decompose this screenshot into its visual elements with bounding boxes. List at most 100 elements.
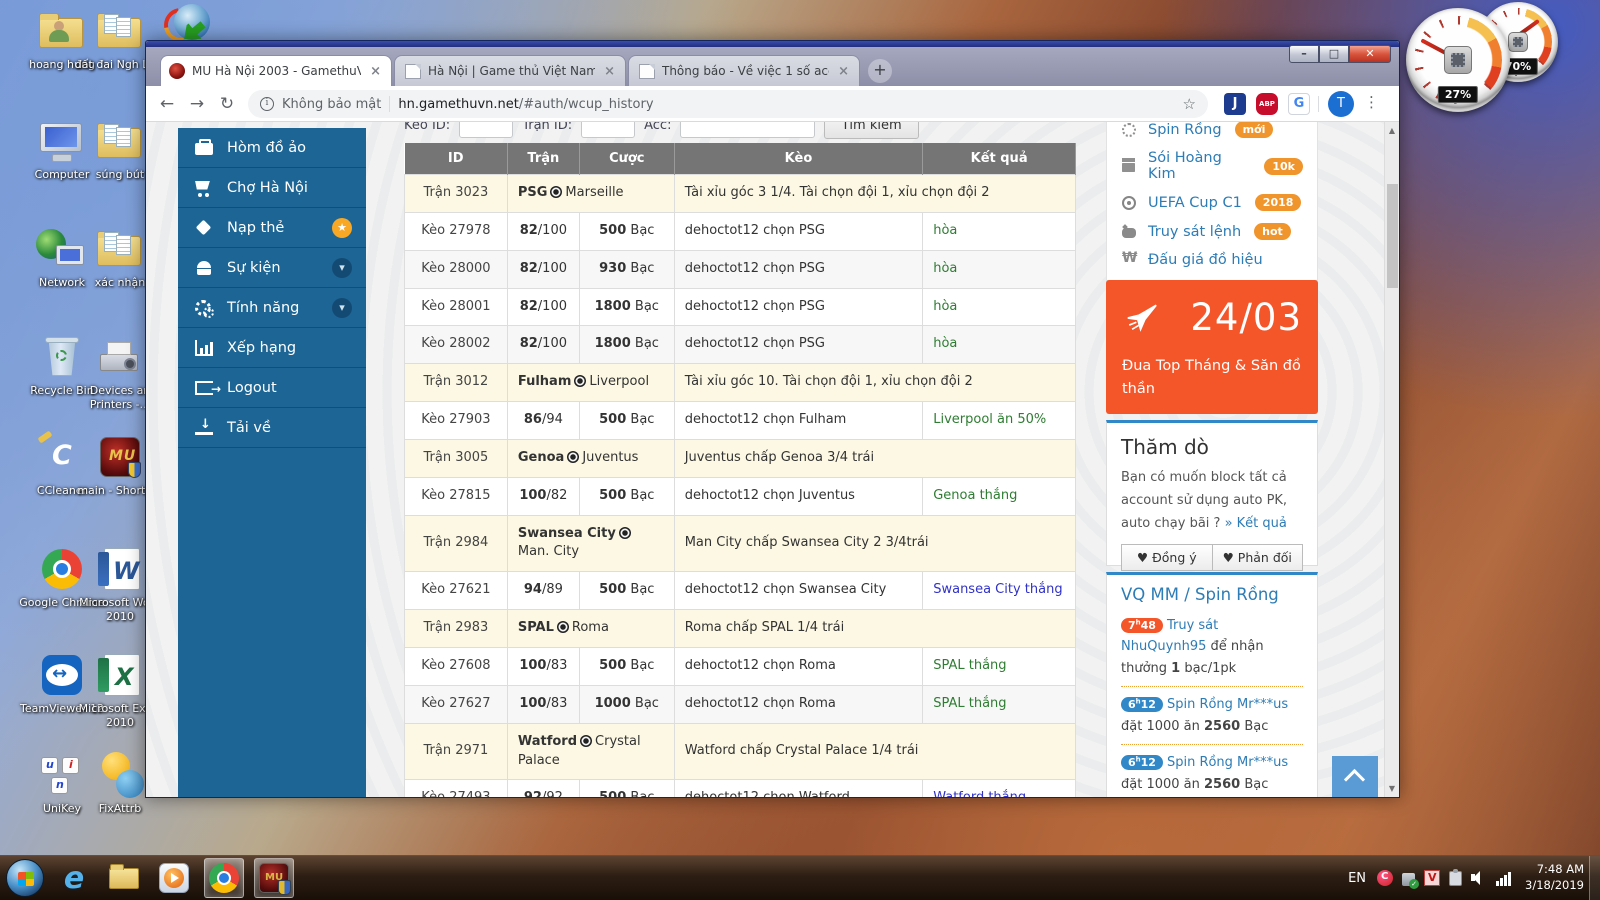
chevron-down-icon: ▾ (332, 258, 352, 278)
scrollbar-thumb[interactable] (1387, 184, 1398, 288)
bet-history-table: IDTrậnCượcKèoKết quả Trận 3023PSGMarseil… (404, 143, 1076, 797)
scroll-to-top-button[interactable] (1332, 756, 1378, 797)
tab-close-icon[interactable]: × (368, 64, 383, 79)
word-icon (92, 546, 148, 594)
acc-input[interactable] (680, 122, 815, 138)
show-desktop-button[interactable] (1589, 856, 1600, 900)
quick-link-spin-r-ng[interactable]: Spin Rồngmới (1107, 122, 1317, 144)
bet-id-cell: Kèo 27493 (405, 780, 508, 797)
start-button[interactable] (6, 859, 44, 897)
sidebar-item-logout[interactable]: Logout (178, 368, 366, 408)
taskbar-media-player[interactable] (154, 858, 194, 898)
pick-cell: dehoctot12 chọn Juventus (674, 477, 923, 515)
stake-cell: 500 Bạc (579, 572, 674, 610)
forward-button[interactable]: → (184, 91, 210, 117)
odds-bold: 100 (519, 658, 546, 673)
taskbar-ie[interactable]: e (54, 858, 94, 898)
taskbar-mu-game[interactable] (254, 858, 294, 898)
match-teams-cell: WatfordCrystal Palace (507, 723, 674, 780)
scroll-down-arrow[interactable]: ▼ (1385, 784, 1399, 793)
sidebar-item-s-ki-n[interactable]: Sự kiện▾ (178, 248, 366, 288)
home-team: SPAL (518, 620, 554, 635)
window-controls: – □ ✕ (1289, 45, 1391, 63)
poll-agree-button[interactable]: ♥ Đồng ý (1121, 544, 1212, 571)
match-desc-cell: Man City chấp Swansea City 2 3/4trái (674, 515, 1075, 572)
quick-link--u-gi-hi-u[interactable]: Đấu giá đồ hiệu (1107, 246, 1317, 274)
scroll-up-arrow[interactable]: ▲ (1385, 126, 1399, 135)
stake-bold: 500 (599, 790, 626, 797)
poll-result-link[interactable]: » Kết quả (1225, 516, 1287, 531)
network-signal-icon[interactable] (1496, 871, 1512, 886)
profile-avatar[interactable]: T (1328, 91, 1354, 117)
clipboard-tray-icon[interactable] (1449, 871, 1462, 886)
sidebar-item-ch-h-n-i[interactable]: Chợ Hà Nội (178, 168, 366, 208)
table-row-bet: Kèo 2800082/100930 Bạcdehoctot12 chọn PS… (405, 250, 1076, 288)
result-cell: Swansea City thắng (923, 572, 1076, 610)
address-bar[interactable]: i Không bảo mật hn.gamethuvn.net/#auth/w… (248, 90, 1208, 118)
match-id-cell: Trận 3005 (405, 439, 508, 477)
translate-extension-icon[interactable]: G (1288, 93, 1310, 115)
match-teams-cell: SPALRoma (507, 610, 674, 648)
stake-cell: 1800 Bạc (579, 326, 674, 364)
quick-link-badge: hot (1254, 223, 1291, 240)
table-row-bet: Kèo 27815100/82500 Bạcdehoctot12 chọn Ju… (405, 477, 1076, 515)
pick-cell: dehoctot12 chọn PSG (674, 288, 923, 326)
chrome-menu-icon[interactable]: ⋮ (1364, 93, 1379, 111)
tran-id-input[interactable] (581, 122, 635, 138)
quick-link-s-i-ho-ng-kim[interactable]: Sói Hoàng Kim10k (1107, 144, 1317, 188)
keo-id-input[interactable] (459, 122, 513, 138)
unikey-tray-icon[interactable] (1424, 870, 1440, 886)
odds-cell: 94/89 (507, 572, 579, 610)
tab-close-icon[interactable]: × (836, 64, 851, 79)
table-header: Kèo (674, 143, 923, 175)
mu-game-icon (259, 863, 289, 893)
tab-close-icon[interactable]: × (602, 64, 617, 79)
search-button[interactable]: Tìm kiếm (824, 122, 918, 139)
folder-icon (109, 868, 139, 889)
match-teams-cell: Swansea CityMan. City (507, 515, 674, 572)
event-banner[interactable]: 24/03 Đua Top Tháng & Săn đồ thần (1106, 280, 1318, 414)
quick-link-uefa-cup-c1[interactable]: UEFA Cup C12018 (1107, 188, 1317, 217)
back-button[interactable]: ← (154, 91, 180, 117)
adblock-extension-icon[interactable]: ABP (1256, 93, 1278, 115)
url-text: hn.gamethuvn.net/#auth/wcup_history (398, 97, 1174, 112)
usb-tray-icon[interactable] (1402, 873, 1415, 886)
odds-bold: 100 (519, 696, 546, 711)
volume-icon[interactable] (1471, 870, 1487, 886)
poll-disagree-button[interactable]: ♥ Phản đối (1212, 544, 1304, 571)
quick-link-truy-s-t-l-nh[interactable]: Truy sát lệnhhot (1107, 217, 1317, 246)
taskbar-chrome[interactable] (204, 858, 244, 898)
language-indicator[interactable]: EN (1348, 871, 1366, 886)
feed-title[interactable]: VQ MM / Spin Rồng (1121, 585, 1303, 604)
sidebar-item-x-p-h-ng[interactable]: Xếp hạng (178, 328, 366, 368)
feed-item: 7h48Truy sát NhuQuynh95 để nhận thưởng 1… (1121, 608, 1303, 687)
result-cell: Liverpool ăn 50% (923, 402, 1076, 440)
feed-link[interactable]: Spin Rồng Mr***us (1167, 755, 1288, 770)
sidebar-item-h-m-o[interactable]: Hòm đồ ảo (178, 128, 366, 168)
sidebar-item-n-p-th-[interactable]: Nạp thẻ★ (178, 208, 366, 248)
browser-tab-2[interactable]: Hà Nội | Game thủ Việt Nam- MU× (394, 55, 626, 86)
maximize-button[interactable]: □ (1319, 45, 1349, 63)
feed-text: 1 (1171, 661, 1180, 676)
sidebar-item-t-nh-n-ng[interactable]: Tính năng▾ (178, 288, 366, 328)
result-cell: SPAL thắng (923, 685, 1076, 723)
new-tab-button[interactable]: + (868, 59, 892, 83)
idm-extension-icon[interactable]: J (1224, 93, 1246, 115)
feed-link[interactable]: Spin Rồng Mr***us (1167, 697, 1288, 712)
taskbar-explorer[interactable] (104, 858, 144, 898)
ie-icon: e (64, 861, 84, 896)
sidebar-item-t-i-v-[interactable]: Tải về (178, 408, 366, 448)
ccleaner-tray-icon[interactable] (1377, 870, 1393, 886)
close-button[interactable]: ✕ (1349, 45, 1391, 63)
info-icon[interactable]: i (260, 97, 274, 111)
folder-docs-icon (92, 118, 148, 166)
browser-tab-3[interactable]: Thông báo - Về việc 1 số account× (628, 55, 860, 86)
feed-text: đặt 1000 ăn (1121, 719, 1204, 734)
bookmark-star-icon[interactable]: ☆ (1183, 95, 1196, 113)
reload-button[interactable]: ↻ (214, 91, 240, 117)
scrollbar[interactable]: ▲ ▼ (1384, 122, 1399, 797)
divider (1318, 96, 1319, 112)
taskbar-clock[interactable]: 7:48 AM 3/18/2019 (1525, 862, 1584, 893)
minimize-button[interactable]: – (1289, 45, 1319, 63)
browser-tab-1[interactable]: MU Hà Nội 2003 - GamethuVN.n× (160, 55, 392, 86)
